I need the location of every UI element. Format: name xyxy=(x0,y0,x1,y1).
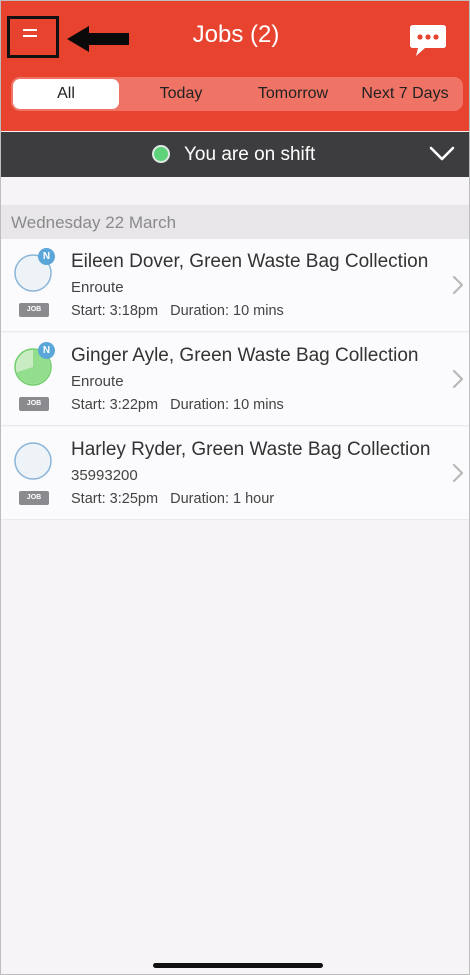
job-type-tag: JOB xyxy=(19,491,49,505)
job-list-item[interactable]: JOB Harley Ryder, Green Waste Bag Collec… xyxy=(1,427,469,520)
tab-today[interactable]: Today xyxy=(125,79,237,109)
on-shift-indicator-icon xyxy=(152,145,170,163)
date-section-header: Wednesday 22 March xyxy=(1,205,469,239)
job-reference-number: 35993200 xyxy=(71,467,138,484)
job-title: Ginger Ayle, Green Waste Bag Collection xyxy=(71,345,419,366)
new-badge: N xyxy=(38,248,55,265)
chat-bubble-icon[interactable] xyxy=(409,23,447,57)
job-start-time: Start: 3:22pm xyxy=(71,397,159,413)
date-filter-segmented-control: All Today Tomorrow Next 7 Days xyxy=(11,77,463,111)
shift-status-text: You are on shift xyxy=(184,144,316,165)
job-progress-ring-icon xyxy=(14,442,52,480)
chevron-right-icon xyxy=(452,369,464,389)
job-list-item[interactable]: N JOB Eileen Dover, Green Waste Bag Coll… xyxy=(1,239,469,332)
tab-tomorrow[interactable]: Tomorrow xyxy=(237,79,349,109)
new-badge: N xyxy=(38,342,55,359)
tab-next-7-days[interactable]: Next 7 Days xyxy=(349,79,461,109)
chevron-right-icon xyxy=(452,275,464,295)
job-type-tag: JOB xyxy=(19,303,49,317)
job-title: Eileen Dover, Green Waste Bag Collection xyxy=(71,251,429,272)
page-title: Jobs (2) xyxy=(192,21,280,48)
job-duration: Duration: 10 mins xyxy=(170,303,284,319)
job-status: Enroute xyxy=(71,279,124,296)
chevron-right-icon xyxy=(452,463,464,483)
job-title: Harley Ryder, Green Waste Bag Collection xyxy=(71,439,431,460)
job-schedule: Start: 3:18pm Duration: 10 mins xyxy=(71,303,284,319)
job-type-tag: JOB xyxy=(19,397,49,411)
date-label: Wednesday 22 March xyxy=(11,213,177,232)
job-duration: Duration: 1 hour xyxy=(170,491,275,507)
job-list-item[interactable]: N JOB Ginger Ayle, Green Waste Bag Colle… xyxy=(1,333,469,426)
job-start-time: Start: 3:18pm xyxy=(71,303,159,319)
job-schedule: Start: 3:22pm Duration: 10 mins xyxy=(71,397,284,413)
header-bar: Jobs (2) All Today Tomorrow Next 7 Days xyxy=(1,1,469,131)
home-indicator[interactable] xyxy=(153,963,323,968)
job-duration: Duration: 10 mins xyxy=(170,397,284,413)
job-schedule: Start: 3:25pm Duration: 1 hour xyxy=(71,491,274,507)
chevron-down-icon[interactable] xyxy=(429,145,455,163)
job-start-time: Start: 3:25pm xyxy=(71,491,159,507)
app-screen: Jobs (2) All Today Tomorrow Next 7 Days … xyxy=(0,0,470,975)
tab-all[interactable]: All xyxy=(13,79,119,109)
job-status: Enroute xyxy=(71,373,124,390)
